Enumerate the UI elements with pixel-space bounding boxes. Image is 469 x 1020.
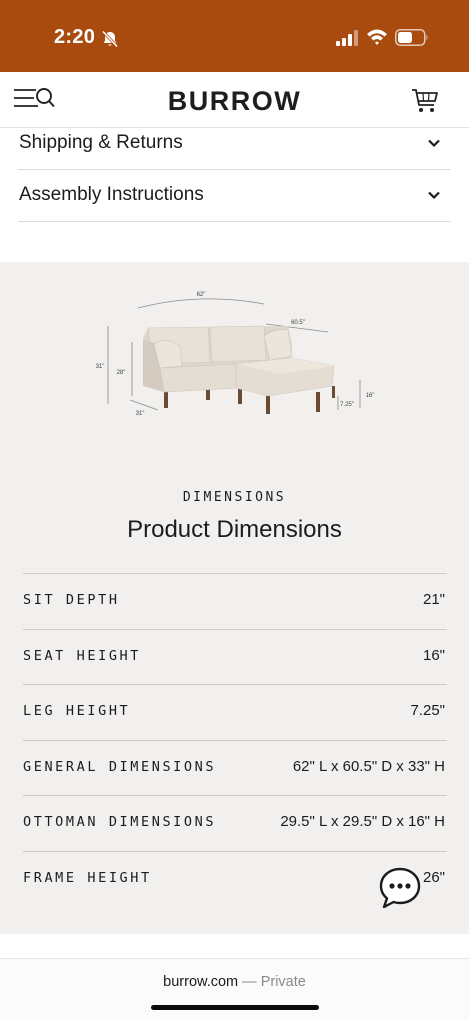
dimension-value: 21" (422, 591, 445, 608)
burrow-logo[interactable]: BURROW (0, 86, 469, 117)
dimension-row-general-dimensions: GENERAL DIMENSIONS 62" L x 60.5" D x 33"… (23, 739, 447, 796)
dimension-row-leg-height: LEG HEIGHT 7.25" (23, 684, 447, 740)
dimension-label: SEAT HEIGHT (23, 647, 142, 664)
dimension-label: OTTOMAN DIMENSIONS (23, 814, 217, 831)
dim-leg-height-label: 7.25" (340, 402, 354, 408)
wifi-icon (367, 29, 387, 45)
address-separator: — (238, 974, 261, 990)
cart-icon[interactable] (411, 88, 439, 114)
dim-ottoman-height-label: 16" (366, 393, 375, 399)
dimension-row-sit-depth: SIT DEPTH 21" (23, 573, 447, 629)
address-domain: burrow.com (163, 974, 239, 990)
product-accordion: Shipping & Returns Assembly Instructions (18, 118, 451, 222)
dim-back-height-label: 28" (117, 370, 126, 376)
chevron-down-icon (428, 191, 440, 200)
dimensions-title: Product Dimensions (127, 516, 342, 543)
private-label: Private (260, 974, 306, 990)
dim-width-label: 62" (197, 292, 206, 298)
dimension-label: GENERAL DIMENSIONS (23, 758, 217, 775)
chat-bubble-icon[interactable] (378, 866, 422, 910)
dimension-label: FRAME HEIGHT (23, 869, 152, 886)
dimension-row-seat-height: SEAT HEIGHT 16" (23, 628, 447, 685)
battery-icon (395, 29, 428, 46)
accordion-assembly-instructions[interactable]: Assembly Instructions (18, 170, 451, 222)
dim-depth-label: 31" (136, 411, 145, 417)
accordion-shipping-returns[interactable]: Shipping & Returns (18, 118, 451, 170)
dimension-value: 29.5" L x 29.5" D x 16" H (280, 813, 445, 831)
address-bar-url[interactable]: burrow.com — Private (0, 974, 469, 990)
dimension-value: 16" (422, 646, 445, 664)
dimension-value: 26" (422, 868, 445, 886)
browser-address-bar[interactable]: burrow.com — Private (0, 958, 469, 1020)
bell-slash-icon (101, 30, 119, 48)
dim-height-label: 31" (96, 364, 105, 370)
status-bar: 2:20 (0, 0, 469, 72)
cellular-signal-icon (336, 30, 358, 46)
dim-ottoman-length-label: 60.5" (291, 320, 305, 326)
chevron-down-icon (428, 139, 440, 148)
sofa-dimension-illustration: 62" 60.5" 31" 28" 31" 16" 7.25" (96, 292, 375, 417)
accordion-label: Assembly Instructions (19, 184, 204, 205)
dimension-value: 62" L x 60.5" D x 33" H (292, 757, 445, 775)
dimensions-eyebrow: DIMENSIONS (182, 490, 287, 505)
status-time: 2:20 (54, 26, 96, 48)
dimension-label: SIT DEPTH (23, 592, 120, 608)
dimension-row-ottoman-dimensions: OTTOMAN DIMENSIONS 29.5" L x 29.5" D x 1… (23, 795, 447, 851)
home-indicator[interactable] (151, 1005, 319, 1010)
dimension-value: 7.25" (410, 702, 445, 720)
dimensions-section: 62" 60.5" 31" 28" 31" 16" 7.25" DIMENSIO… (0, 262, 469, 934)
dimension-label: LEG HEIGHT (23, 703, 131, 720)
dimensions-table: SIT DEPTH 21" SEAT HEIGHT 16" LEG HEIGHT… (23, 573, 447, 907)
accordion-label: Shipping & Returns (19, 132, 183, 153)
